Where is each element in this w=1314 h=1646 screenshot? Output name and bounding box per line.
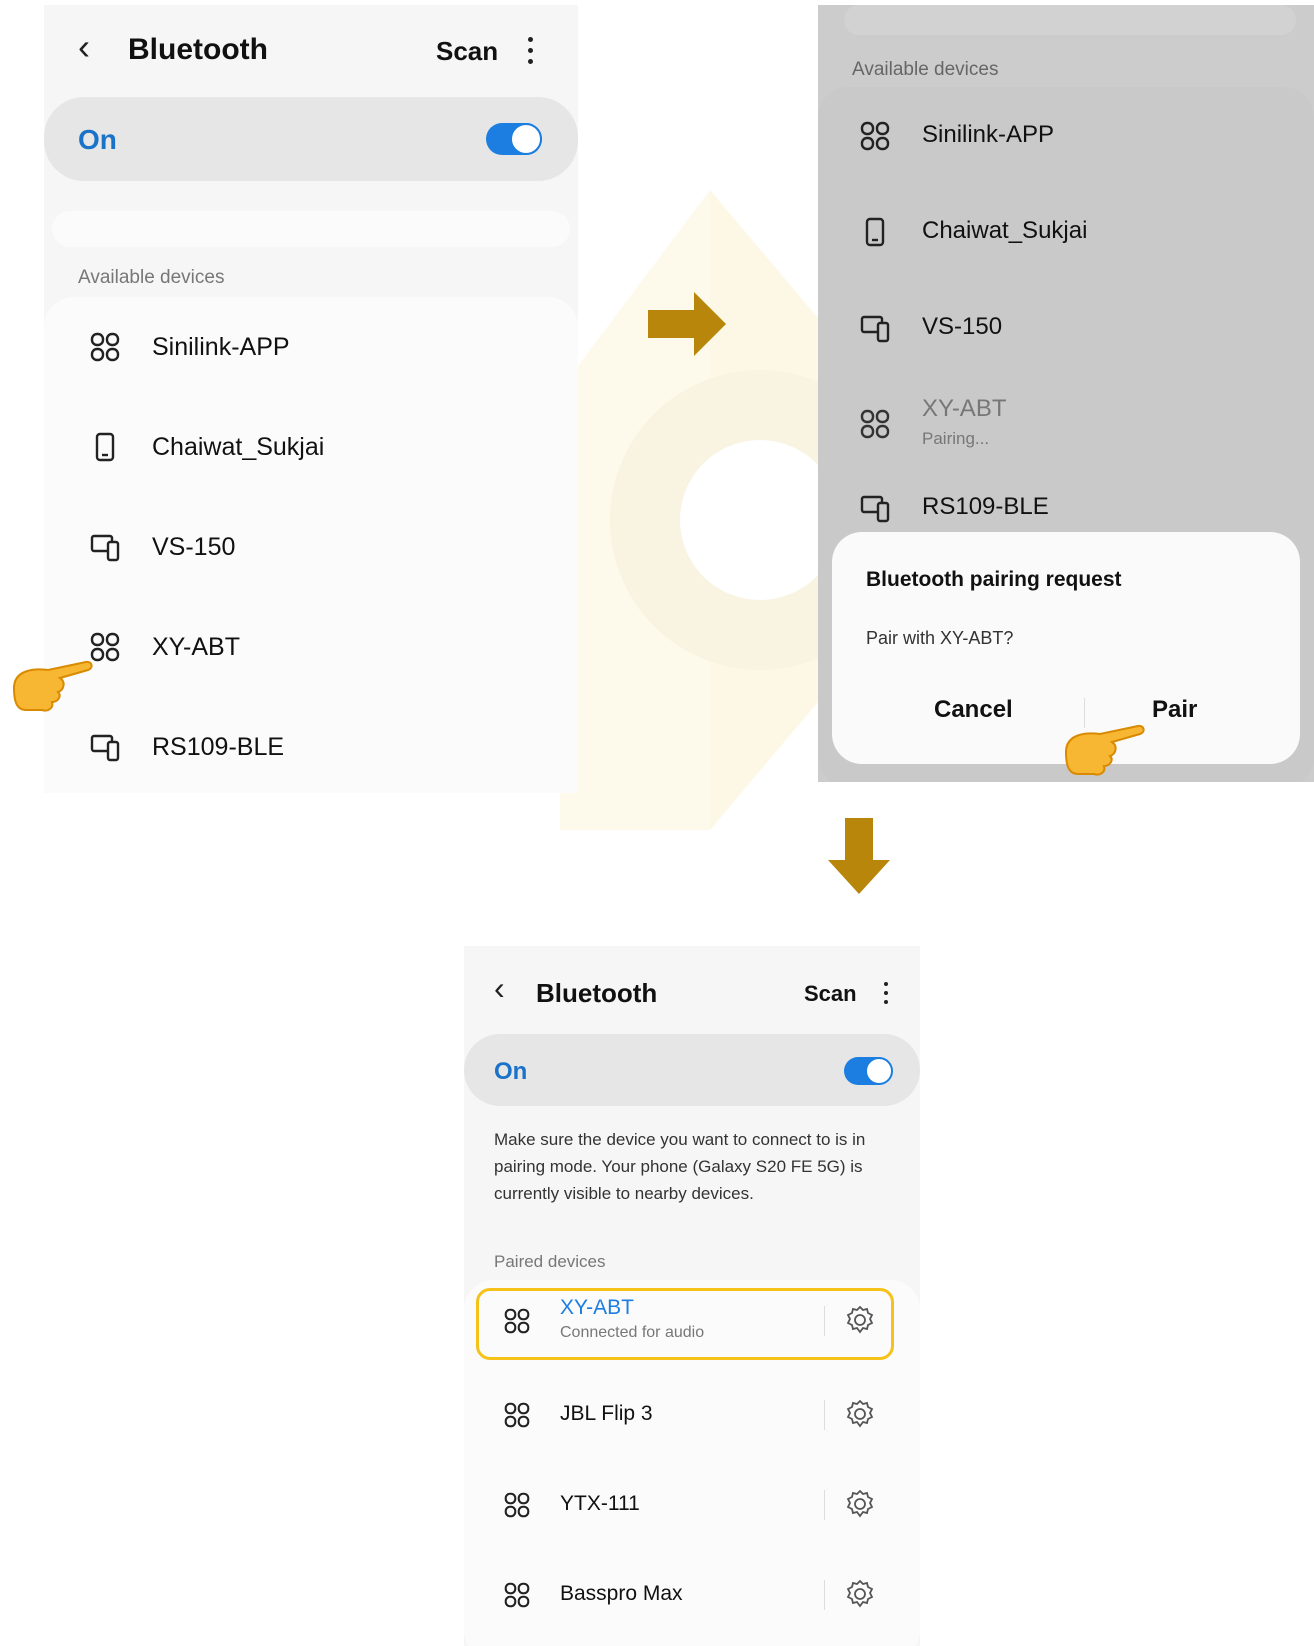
device-name: Basspro Max xyxy=(560,1582,683,1605)
toggle-label: On xyxy=(78,124,117,155)
device-row-basspro[interactable]: Basspro Max xyxy=(464,1550,920,1640)
section-label: Available devices xyxy=(852,59,999,80)
more-options-icon[interactable] xyxy=(884,982,890,1010)
toggle-label: On xyxy=(494,1058,528,1085)
device-name: Chaiwat_Sukjai xyxy=(922,217,1088,244)
header: ‹ Bluetooth Scan xyxy=(44,5,578,89)
multi-device-icon xyxy=(860,315,890,343)
multi-device-icon xyxy=(860,495,890,523)
scan-button[interactable]: Scan xyxy=(436,36,498,67)
page-title: Bluetooth xyxy=(536,978,658,1008)
dialog-message: Pair with XY-ABT? xyxy=(866,628,1014,648)
info-text: Make sure the device you want to connect… xyxy=(494,1130,866,1203)
scan-button[interactable]: Scan xyxy=(804,981,857,1007)
screen-bluetooth-available: ‹ Bluetooth Scan On Available devices Si… xyxy=(44,5,578,793)
device-row-vs150[interactable]: VS-150 xyxy=(818,279,1314,375)
cancel-button[interactable]: Cancel xyxy=(934,696,1013,724)
device-name: RS109-BLE xyxy=(152,733,285,761)
device-name: VS-150 xyxy=(922,313,1003,340)
device-name: JBL Flip 3 xyxy=(560,1402,653,1425)
bluetooth-switch[interactable] xyxy=(486,123,542,155)
device-grid-icon xyxy=(504,1582,530,1608)
more-options-icon[interactable] xyxy=(528,37,534,70)
device-grid-icon xyxy=(860,409,890,439)
back-icon[interactable]: ‹ xyxy=(494,972,505,1004)
screen-pairing-request: Available devices Sinilink-APP Chaiwat_S… xyxy=(818,5,1314,782)
screen-bluetooth-paired: ‹ Bluetooth Scan On Make sure the device… xyxy=(464,946,920,1646)
arrow-right-icon xyxy=(648,292,726,356)
device-row-vs150[interactable]: VS-150 xyxy=(44,497,578,597)
device-name: XY-ABT xyxy=(922,395,1007,422)
device-row-jbl[interactable]: JBL Flip 3 xyxy=(464,1370,920,1460)
device-row-xyabt[interactable]: XY-ABT xyxy=(44,597,578,697)
arrow-down-icon xyxy=(828,818,890,894)
device-row-xyabt[interactable]: XY-ABT Pairing... xyxy=(818,375,1314,471)
bluetooth-toggle-row[interactable]: On xyxy=(464,1034,920,1106)
device-status: Pairing... xyxy=(922,429,990,448)
divider xyxy=(824,1490,825,1520)
section-label: Available devices xyxy=(78,267,225,288)
device-name: XY-ABT xyxy=(152,633,241,661)
device-grid-icon xyxy=(860,121,890,151)
device-name: Sinilink-APP xyxy=(922,121,1055,148)
blank-card xyxy=(52,211,570,247)
pointing-hand-icon xyxy=(12,660,93,712)
header: ‹ Bluetooth Scan xyxy=(464,946,920,1030)
device-row-sinilink[interactable]: Sinilink-APP xyxy=(818,87,1314,183)
pointing-hand-icon xyxy=(1064,724,1145,776)
device-name: VS-150 xyxy=(152,533,236,561)
divider xyxy=(824,1400,825,1430)
section-label: Paired devices xyxy=(494,1252,606,1271)
device-name: Sinilink-APP xyxy=(152,333,290,361)
phone-icon xyxy=(95,432,115,462)
multi-device-icon xyxy=(90,734,120,762)
device-grid-icon xyxy=(90,632,120,662)
device-grid-icon xyxy=(504,1402,530,1428)
available-devices-list: Sinilink-APP Chaiwat_Sukjai VS-150 XY-AB… xyxy=(44,297,578,793)
device-row-chaiwat[interactable]: Chaiwat_Sukjai xyxy=(818,183,1314,279)
settings-gear-icon[interactable] xyxy=(844,1578,876,1610)
phone-icon xyxy=(865,217,885,247)
page-title: Bluetooth xyxy=(128,33,268,66)
device-name: RS109-BLE xyxy=(922,493,1049,520)
bluetooth-toggle-row[interactable]: On xyxy=(44,97,578,181)
dialog-title: Bluetooth pairing request xyxy=(866,568,1122,591)
divider xyxy=(824,1580,825,1610)
device-grid-icon xyxy=(90,332,120,362)
device-row-sinilink[interactable]: Sinilink-APP xyxy=(44,297,578,397)
device-row-chaiwat[interactable]: Chaiwat_Sukjai xyxy=(44,397,578,497)
pair-button[interactable]: Pair xyxy=(1152,696,1197,724)
bluetooth-switch[interactable] xyxy=(844,1057,893,1085)
device-name: YTX-111 xyxy=(560,1492,640,1515)
device-row-rs109[interactable]: RS109-BLE xyxy=(44,697,578,793)
device-name: Chaiwat_Sukjai xyxy=(152,433,325,461)
device-grid-icon xyxy=(504,1492,530,1518)
highlight-frame xyxy=(476,1288,894,1360)
settings-gear-icon[interactable] xyxy=(844,1398,876,1430)
device-row-ytx[interactable]: YTX-111 xyxy=(464,1460,920,1550)
blank-card xyxy=(844,5,1296,35)
multi-device-icon xyxy=(90,534,120,562)
settings-gear-icon[interactable] xyxy=(844,1488,876,1520)
back-icon[interactable]: ‹ xyxy=(78,29,90,65)
